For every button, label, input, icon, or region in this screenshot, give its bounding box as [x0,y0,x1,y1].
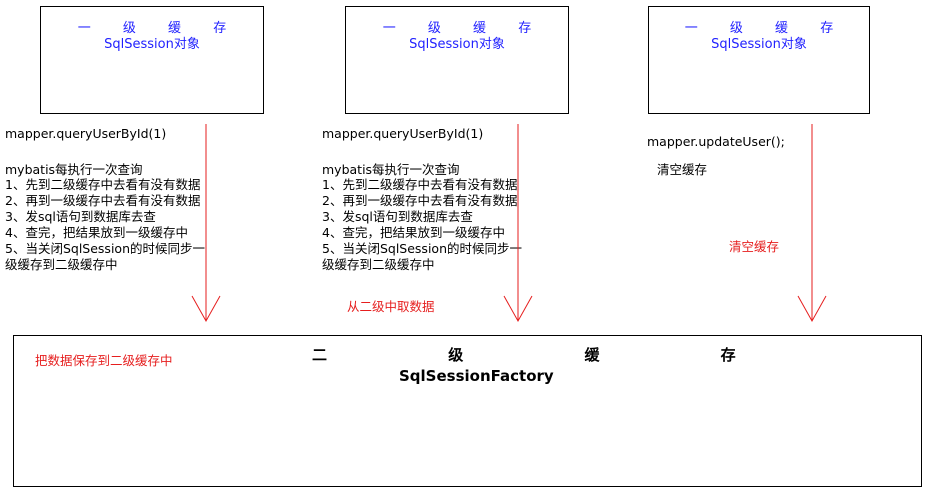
arrow-3 [797,124,827,323]
l2-cache-note: 把数据保存到二级缓存中 [35,353,173,368]
arrow-2 [503,124,533,323]
arrow-1 [191,124,221,323]
l2-cache-title: 二 级 缓 存 [312,346,794,364]
l2-cache-box: 把数据保存到二级缓存中 二 级 缓 存 SqlSessionFactory [13,335,922,487]
l2-cache-subtitle: SqlSessionFactory [399,367,554,385]
